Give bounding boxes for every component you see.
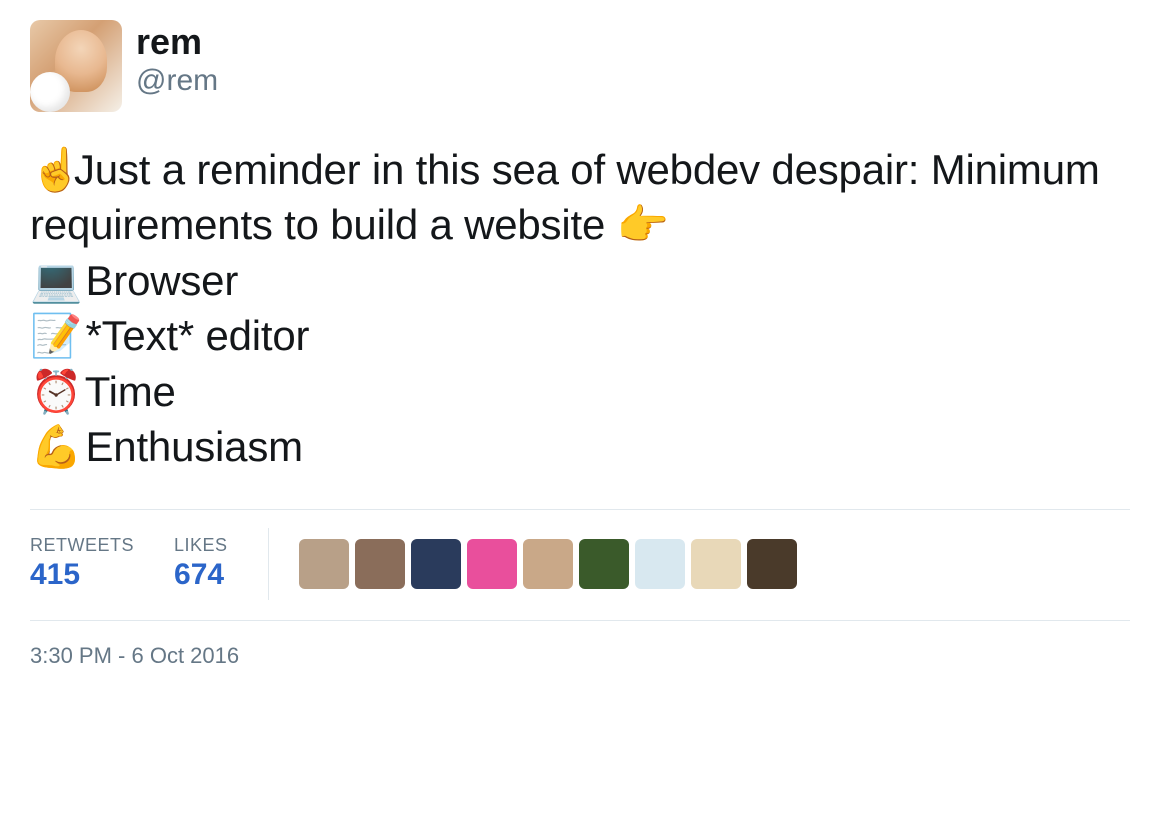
stats-divider [268, 528, 269, 600]
author-names: rem @rem [136, 20, 218, 98]
display-name[interactable]: rem [136, 22, 218, 62]
memo-icon: 📝 [30, 308, 74, 363]
retweets-label: Retweets [30, 535, 134, 556]
muscle-icon: 💪 [30, 419, 74, 474]
item-browser: Browser [74, 257, 238, 304]
likes-stat[interactable]: Likes 674 [174, 535, 228, 592]
item-time: Time [74, 368, 176, 415]
laptop-icon: 💻 [30, 253, 74, 308]
point-up-icon: ☝️ [30, 142, 74, 197]
liker-avatar[interactable] [299, 539, 349, 589]
alarm-clock-icon: ⏰ [30, 364, 74, 419]
liker-avatar[interactable] [523, 539, 573, 589]
tweet-card: rem @rem ☝️Just a reminder in this sea o… [30, 20, 1130, 669]
item-enthusiasm: Enthusiasm [74, 423, 303, 470]
timestamp[interactable]: 3:30 PM - 6 Oct 2016 [30, 643, 1130, 669]
tweet-intro-text: Just a reminder in this sea of webdev de… [30, 146, 1100, 248]
liker-avatar[interactable] [411, 539, 461, 589]
stats-row: Retweets 415 Likes 674 [30, 509, 1130, 621]
liker-avatar[interactable] [635, 539, 685, 589]
tweet-header: rem @rem [30, 20, 1130, 112]
likes-label: Likes [174, 535, 228, 556]
retweets-stat[interactable]: Retweets 415 [30, 535, 134, 592]
tweet-text: ☝️Just a reminder in this sea of webdev … [30, 142, 1130, 475]
liker-avatar[interactable] [691, 539, 741, 589]
point-right-icon: 👉 [617, 197, 661, 252]
handle[interactable]: @rem [136, 64, 218, 98]
avatar[interactable] [30, 20, 122, 112]
item-text-editor: *Text* editor [74, 312, 309, 359]
liker-avatar[interactable] [467, 539, 517, 589]
liker-avatar[interactable] [355, 539, 405, 589]
likes-value: 674 [174, 558, 228, 592]
liker-avatar[interactable] [747, 539, 797, 589]
liker-avatar[interactable] [579, 539, 629, 589]
liker-avatars [299, 539, 797, 589]
retweets-value: 415 [30, 558, 134, 592]
